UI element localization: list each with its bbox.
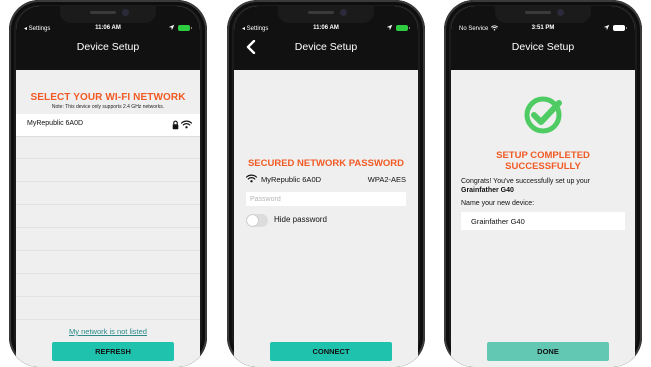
wifi-icon	[181, 120, 192, 129]
location-arrow-icon	[168, 24, 175, 31]
status-bar: ◂ Settings 11:06 AM	[16, 23, 200, 35]
done-button[interactable]: DONE	[487, 342, 609, 361]
screen-wifi-select: ◂ Settings 11:06 AM Device Setup SELECT …	[16, 6, 200, 367]
hide-password-label: Hide password	[274, 215, 327, 224]
connect-button[interactable]: CONNECT	[270, 342, 392, 361]
page-title: Device Setup	[511, 41, 575, 53]
status-bar: ◂ Settings 11:06 AM	[234, 23, 418, 35]
frequency-note: Note: This device only supports 2.4 GHz …	[51, 104, 165, 110]
network-name: MyRepublic 6A0D	[261, 175, 322, 184]
select-network-heading: SELECT YOUR WI-FI NETWORK	[30, 92, 186, 103]
notch	[60, 6, 156, 23]
phone-frame-setup-complete: No Service 3:51 PM Device Setup SETUP CO…	[444, 0, 642, 367]
security-type: WPA2-AES	[367, 175, 406, 184]
phone-frame-password: ◂ Settings 11:06 AM Device Setup SECURED…	[227, 0, 425, 367]
lock-icon	[172, 120, 179, 130]
screen-setup-complete: No Service 3:51 PM Device Setup SETUP CO…	[451, 6, 635, 367]
success-check-icon	[524, 96, 562, 134]
battery-charging-icon	[178, 24, 192, 31]
device-name-input[interactable]	[461, 212, 625, 230]
status-bar: No Service 3:51 PM	[451, 23, 635, 35]
location-arrow-icon	[386, 24, 393, 31]
network-list-item[interactable]: MyRepublic 6A0D	[16, 114, 200, 137]
notch	[278, 6, 374, 23]
setup-complete-heading: SETUP COMPLETED SUCCESSFULLY	[496, 150, 590, 172]
congrats-message: Congrats! You've successfully set up you…	[461, 178, 590, 194]
notch	[495, 6, 591, 23]
empty-list-area	[16, 136, 200, 320]
page-title: Device Setup	[76, 41, 140, 53]
password-heading: SECURED NETWORK PASSWORD	[247, 158, 405, 169]
network-name: MyRepublic 6A0D	[27, 120, 84, 127]
wifi-icon	[246, 174, 257, 183]
refresh-button[interactable]: REFRESH	[52, 342, 174, 361]
password-input[interactable]	[246, 192, 406, 206]
hide-password-toggle[interactable]	[246, 214, 268, 227]
battery-charging-icon	[396, 24, 410, 31]
screen-password: ◂ Settings 11:06 AM Device Setup SECURED…	[234, 6, 418, 367]
device-model: Grainfather G40	[461, 187, 514, 194]
phone-frame-wifi-select: ◂ Settings 11:06 AM Device Setup SELECT …	[9, 0, 207, 367]
selected-network-row: MyRepublic 6A0D WPA2-AES	[246, 174, 406, 186]
network-not-listed-link[interactable]: My network is not listed	[16, 327, 200, 336]
page-title: Device Setup	[294, 41, 358, 53]
location-arrow-icon	[603, 24, 610, 31]
battery-icon	[613, 24, 627, 31]
device-name-label: Name your new device:	[461, 200, 535, 207]
